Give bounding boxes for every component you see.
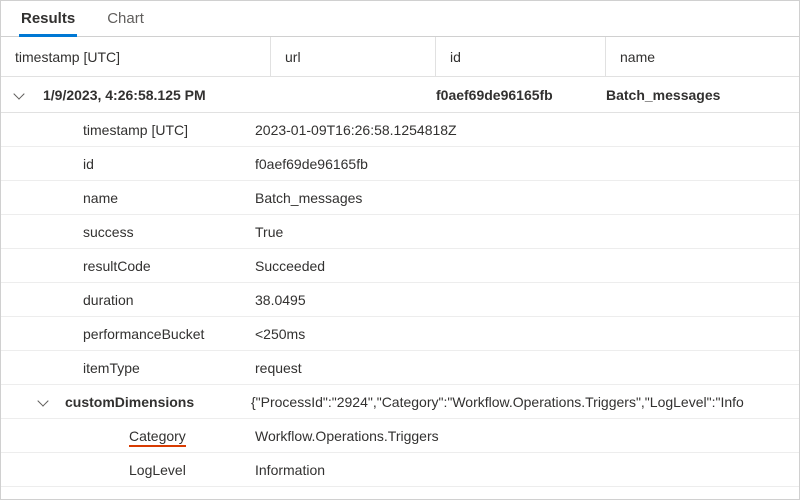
detail-key: LogLevel	[1, 462, 251, 478]
detail-value: {"ProcessId":"2924","Category":"Workflow…	[251, 394, 799, 410]
column-headers: timestamp [UTC] url id name	[1, 37, 799, 77]
column-url[interactable]: url	[271, 37, 436, 76]
cell-timestamp: 1/9/2023, 4:26:58.125 PM	[43, 87, 271, 103]
detail-success: success True	[1, 215, 799, 249]
table-row[interactable]: 1/9/2023, 4:26:58.125 PM f0aef69de96165f…	[1, 77, 799, 113]
detail-name: name Batch_messages	[1, 181, 799, 215]
detail-value: Batch_messages	[251, 190, 799, 206]
detail-value: f0aef69de96165fb	[251, 156, 799, 172]
column-timestamp[interactable]: timestamp [UTC]	[1, 37, 271, 76]
detail-value: 38.0495	[251, 292, 799, 308]
tab-chart[interactable]: Chart	[105, 1, 146, 36]
detail-value: Information	[251, 462, 799, 478]
column-id[interactable]: id	[436, 37, 606, 76]
detail-key: performanceBucket	[1, 326, 251, 342]
cell-id: f0aef69de96165fb	[436, 87, 606, 103]
detail-key: Category	[1, 428, 251, 444]
detail-timestamp: timestamp [UTC] 2023-01-09T16:26:58.1254…	[1, 113, 799, 147]
detail-customdimensions[interactable]: customDimensions {"ProcessId":"2924","Ca…	[1, 385, 799, 419]
highlight-category: Category	[129, 428, 186, 447]
detail-cd-category: Category Workflow.Operations.Triggers	[1, 419, 799, 453]
detail-key: resultCode	[1, 258, 251, 274]
tab-results[interactable]: Results	[19, 1, 77, 36]
column-name[interactable]: name	[606, 37, 799, 76]
detail-key: duration	[1, 292, 251, 308]
detail-key: name	[1, 190, 251, 206]
detail-value: Succeeded	[251, 258, 799, 274]
detail-performancebucket: performanceBucket <250ms	[1, 317, 799, 351]
detail-cd-loglevel: LogLevel Information	[1, 453, 799, 487]
detail-key: customDimensions	[65, 394, 251, 410]
tabs-bar: Results Chart	[1, 1, 799, 37]
detail-value: 2023-01-09T16:26:58.1254818Z	[251, 122, 799, 138]
detail-key: success	[1, 224, 251, 240]
detail-value: request	[251, 360, 799, 376]
detail-value: Workflow.Operations.Triggers	[251, 428, 799, 444]
detail-duration: duration 38.0495	[1, 283, 799, 317]
detail-key: timestamp [UTC]	[1, 122, 251, 138]
detail-value: True	[251, 224, 799, 240]
detail-id: id f0aef69de96165fb	[1, 147, 799, 181]
cell-name: Batch_messages	[606, 87, 799, 103]
expand-customdimensions-toggle[interactable]	[1, 394, 65, 410]
chevron-down-icon	[13, 88, 24, 99]
detail-value: <250ms	[251, 326, 799, 342]
detail-resultcode: resultCode Succeeded	[1, 249, 799, 283]
detail-key: itemType	[1, 360, 251, 376]
chevron-down-icon	[37, 395, 48, 406]
detail-itemtype: itemType request	[1, 351, 799, 385]
detail-key: id	[1, 156, 251, 172]
expand-row-toggle[interactable]	[1, 87, 43, 103]
